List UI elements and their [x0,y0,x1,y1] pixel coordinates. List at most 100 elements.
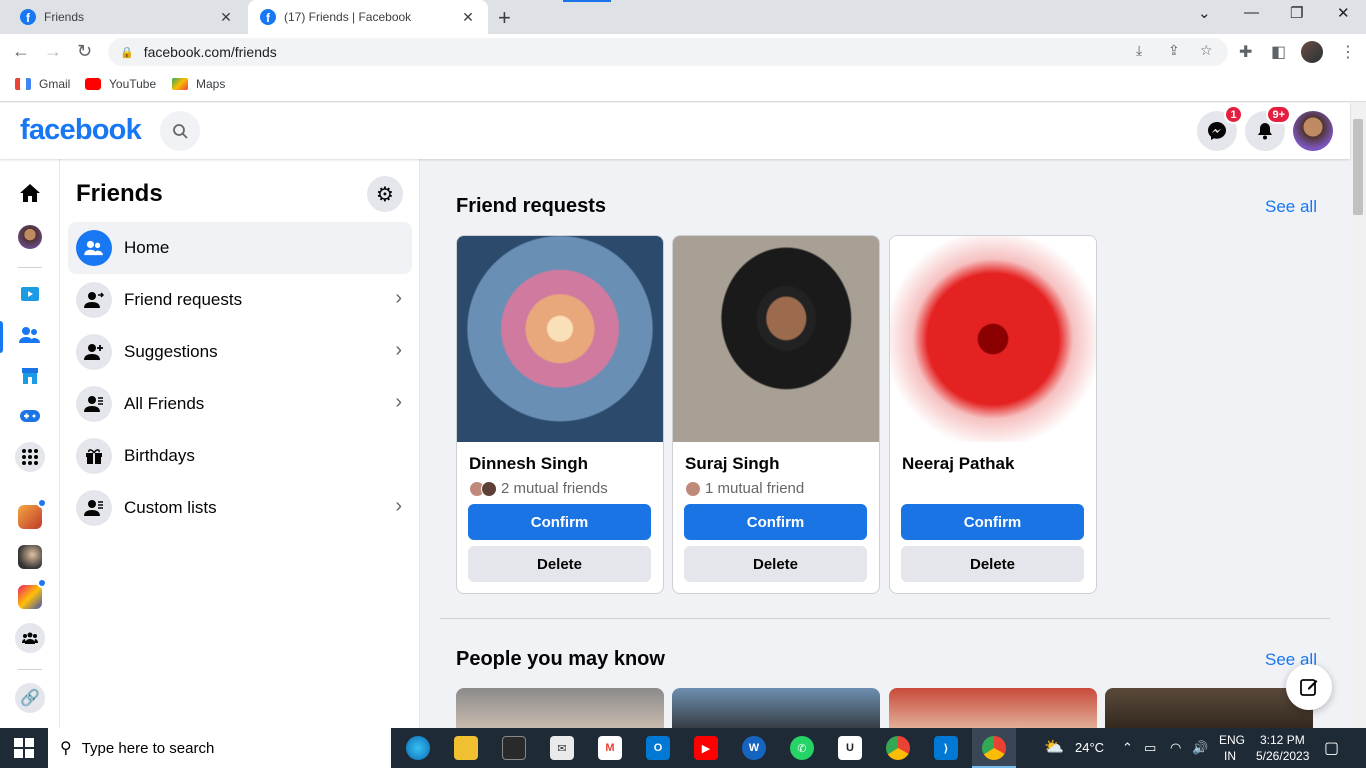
friends-icon [76,230,112,266]
close-tab-icon[interactable]: ✕ [460,9,476,26]
chrome-profile-avatar[interactable] [1301,41,1323,63]
clock-time[interactable]: 3:12 PM [1260,733,1305,747]
watch-icon[interactable] [14,279,46,311]
app-u-icon[interactable]: U [838,736,862,760]
sidebar-item-suggestions[interactable]: Suggestions › [68,326,412,378]
language-top[interactable]: ENG [1219,733,1245,747]
facebook-header: facebook 1 9+ [0,103,1350,159]
install-icon[interactable]: ⤓ [1136,42,1142,59]
tray-chevron-up-icon[interactable]: ⌃ [1122,740,1133,756]
edge-icon[interactable] [406,736,430,760]
sidebar-item-label: Friend requests [124,290,243,309]
profile-photo[interactable] [673,236,879,442]
mutual-friends[interactable]: 1 mutual friend [685,480,804,497]
back-icon[interactable]: ← [12,41,30,62]
minimize-icon[interactable]: — [1244,4,1259,21]
bookmark-youtube[interactable]: YouTube [85,77,156,91]
menu-dots-icon[interactable]: ⋮ [1340,42,1356,62]
windows-start-icon[interactable] [14,738,34,758]
messenger-button[interactable]: 1 [1197,105,1243,151]
sidebar-item-birthdays[interactable]: Birthdays [68,430,412,482]
mutual-friends[interactable]: 2 mutual friends [469,480,608,497]
taskbar-search-input[interactable]: ⚲ Type here to search [48,728,391,768]
tab-search-chevron-icon[interactable]: ⌄ [1198,4,1211,22]
sidebar-item-all-friends[interactable]: All Friends › [68,378,412,430]
sidebar-item-home[interactable]: Home [68,222,412,274]
restore-icon[interactable]: ❐ [1290,4,1303,22]
requester-name[interactable]: Dinnesh Singh [469,454,588,474]
forward-icon[interactable]: → [44,41,62,62]
weather-temp[interactable]: 24°C [1075,740,1104,755]
see-all-friend-requests-link[interactable]: See all [1265,197,1317,217]
requester-name[interactable]: Suraj Singh [685,454,779,474]
sidebar-item-custom-lists[interactable]: Custom lists › [68,482,412,534]
home-icon[interactable] [14,177,46,209]
windows-taskbar: ⚲ Type here to search ✉ M O ▶ W ✆ U ⟩ ⛅ … [0,728,1366,768]
profile-photo[interactable] [890,236,1096,442]
confirm-button[interactable]: Confirm [901,504,1084,540]
reload-icon[interactable]: ↻ [77,41,92,62]
close-window-icon[interactable]: ✕ [1337,4,1350,22]
delete-button[interactable]: Delete [468,546,651,582]
settings-gear-icon[interactable]: ⚙ [367,176,403,212]
microsoft-store-icon[interactable] [502,736,526,760]
bookmark-star-icon[interactable]: ☆ [1200,42,1213,59]
youtube-icon[interactable]: ▶ [694,736,718,760]
facebook-logo[interactable]: facebook [20,114,142,147]
search-icon[interactable] [160,111,200,151]
close-tab-icon[interactable]: ✕ [218,9,234,26]
clock-date[interactable]: 5/26/2023 [1256,749,1309,763]
sidebar-item-label: Home [124,238,170,257]
browser-tab-facebook-friends[interactable]: f (17) Friends | Facebook ✕ [248,0,488,34]
notifications-button[interactable]: 9+ [1245,105,1291,151]
marketplace-icon[interactable] [14,360,46,392]
all-apps-icon[interactable] [14,441,46,473]
profile-photo[interactable] [457,236,663,442]
battery-icon[interactable]: ▭ [1144,740,1156,756]
outlook-icon[interactable]: O [646,736,670,760]
weather-icon[interactable]: ⛅ [1044,737,1064,757]
left-nav-rail: 🔗 [0,159,60,729]
bookmark-maps[interactable]: Maps [172,77,225,91]
scrollbar-thumb[interactable] [1353,119,1363,215]
confirm-button[interactable]: Confirm [468,504,651,540]
sidebar-item-friend-requests[interactable]: Friend requests › [68,274,412,326]
confirm-button[interactable]: Confirm [684,504,867,540]
bell-icon [1258,123,1272,140]
file-explorer-icon[interactable] [454,736,478,760]
delete-button[interactable]: Delete [684,546,867,582]
language-bottom[interactable]: IN [1224,749,1236,763]
chevron-right-icon: › [395,495,402,517]
profile-avatar-icon[interactable] [14,221,46,253]
address-bar[interactable]: 🔒 facebook.com/friends [108,38,1228,66]
add-friend-icon [76,334,112,370]
browser-tab-friends[interactable]: f Friends ✕ [8,0,246,34]
notification-center-icon[interactable]: ▢ [1324,738,1339,758]
new-tab-icon[interactable]: + [498,5,511,31]
account-avatar[interactable] [1293,111,1333,151]
rail-active-indicator [0,321,3,353]
requester-name[interactable]: Neeraj Pathak [902,454,1014,474]
new-message-button[interactable] [1286,664,1332,710]
bookmark-gmail[interactable]: Gmail [15,77,70,91]
chrome-active-icon[interactable] [982,736,1006,760]
whatsapp-icon[interactable]: ✆ [790,736,814,760]
volume-icon[interactable]: 🔊 [1192,740,1208,756]
link-icon[interactable]: 🔗 [14,682,46,714]
delete-button[interactable]: Delete [901,546,1084,582]
gmail-icon[interactable]: M [598,736,622,760]
mail-icon[interactable]: ✉ [550,736,574,760]
chrome-icon[interactable] [886,736,910,760]
page-scrollbar[interactable] [1350,103,1366,728]
side-panel-icon[interactable]: ◧ [1271,42,1286,62]
groups-icon[interactable] [14,622,46,654]
app-w-icon[interactable]: W [742,736,766,760]
vscode-icon[interactable]: ⟩ [934,736,958,760]
share-icon[interactable]: ⇪ [1168,42,1180,59]
friends-icon[interactable] [14,319,46,351]
wifi-icon[interactable]: ◠ [1170,740,1181,756]
sidebar-item-label: Suggestions [124,342,218,361]
group-shortcut-2[interactable] [14,541,46,573]
extensions-icon[interactable]: ✚ [1239,42,1252,62]
gaming-icon[interactable] [14,400,46,432]
